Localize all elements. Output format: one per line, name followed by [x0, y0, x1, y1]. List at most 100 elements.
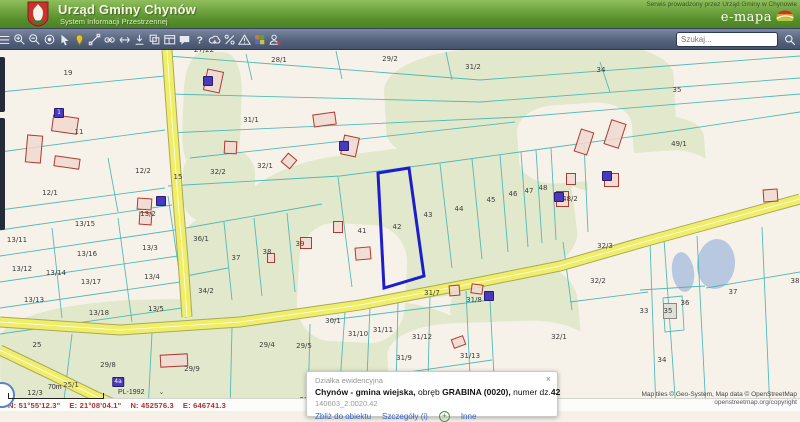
identify-pin-icon[interactable]	[73, 33, 86, 46]
parcel-label: 44	[455, 205, 464, 213]
parcel-label: 11	[75, 128, 84, 136]
full-extent-icon[interactable]	[43, 33, 56, 46]
comment-icon[interactable]	[178, 33, 191, 46]
building	[470, 283, 483, 295]
search-input[interactable]	[676, 32, 778, 47]
close-icon[interactable]: ×	[546, 375, 551, 384]
popup-actions: Zbliż do obiektu Szczegóły (i) + Inne	[315, 411, 549, 422]
parcel-boundary	[168, 56, 800, 80]
tool-icon-strip: ?	[0, 33, 281, 46]
parcel-label: 29/2	[382, 55, 398, 63]
parcel-label: 47	[525, 187, 534, 195]
parcel-label: 31/13	[460, 352, 480, 360]
parcel-label: 34	[658, 356, 667, 364]
parcel-label: 32/2	[210, 168, 226, 176]
parcel-obreb-value: GRABINA (0020),	[442, 387, 511, 397]
zoom-in-icon[interactable]	[13, 33, 26, 46]
collapsed-panel-tab[interactable]	[0, 118, 5, 230]
building	[763, 188, 779, 202]
parcel-boundary	[640, 286, 705, 290]
parcel-description: Chynów - gmina wiejska, obręb GRABINA (0…	[315, 387, 549, 397]
more-link[interactable]: Inne	[461, 412, 477, 421]
parcel-boundary	[168, 94, 800, 133]
parcel-label: 29/4	[259, 341, 275, 349]
parcel-label: 13/16	[77, 250, 97, 258]
parcel-label: 13/2	[140, 210, 156, 218]
parcel-label: 41	[358, 227, 367, 235]
scale-label: 70m	[48, 384, 62, 391]
address-marker[interactable]: 1	[54, 108, 64, 118]
building	[354, 246, 371, 260]
zoom-to-object-link[interactable]: Zbliż do obiektu	[315, 412, 371, 421]
coord-n: N: 452576.3	[130, 401, 173, 410]
menu-icon[interactable]	[0, 33, 11, 46]
cloud-download-icon[interactable]	[208, 33, 221, 46]
map-attribution: Map tiles © Geo-System, Map data © OpenS…	[641, 391, 797, 407]
address-marker[interactable]: 4a	[112, 377, 124, 387]
parcel-boundary	[287, 213, 295, 292]
parcel-boundary	[446, 52, 452, 80]
download-point-icon[interactable]	[133, 33, 146, 46]
crs-selector[interactable]: PL-1992⌄	[118, 388, 164, 396]
warning-icon[interactable]	[238, 33, 251, 46]
building	[333, 221, 343, 233]
measure-icon[interactable]	[88, 33, 101, 46]
user-location-icon[interactable]	[268, 33, 281, 46]
layout-panels-icon[interactable]	[163, 33, 176, 46]
app-header: Urząd Gminy Chynów System Informacji Prz…	[0, 0, 800, 28]
parcel-label: 31/10	[348, 330, 368, 338]
legend-grid-icon[interactable]	[253, 33, 266, 46]
parcel-label: 34/2	[198, 287, 214, 295]
building	[224, 141, 238, 155]
parcel-label: 13/12	[12, 265, 32, 273]
emapa-brand: e-mapa	[721, 10, 772, 25]
parcel-label: 48/2	[562, 195, 578, 203]
parcel-boundary	[762, 227, 770, 411]
proportion-icon[interactable]	[223, 33, 236, 46]
search-icon[interactable]	[784, 34, 796, 46]
parcel-label: 45	[487, 196, 496, 204]
municipality-crest-icon	[27, 1, 49, 27]
zoom-out-icon[interactable]	[28, 33, 41, 46]
details-link[interactable]: Szczegóły (i)	[382, 412, 428, 421]
map-canvas[interactable]: 191112/112/213/213/1513/1113/313/1613/12…	[0, 0, 800, 411]
parcel-boundary	[500, 155, 508, 252]
parcel-boundary	[186, 204, 322, 228]
parcel-label: 29/5	[296, 342, 312, 350]
link-icon[interactable]	[103, 33, 116, 46]
parcel-label: 25	[33, 341, 42, 349]
parcel-label: 32/2	[590, 277, 606, 285]
pan-horizontal-icon[interactable]	[118, 33, 131, 46]
parcel-label: 32/3	[597, 242, 613, 250]
select-cursor-icon[interactable]	[58, 33, 71, 46]
collapsed-panel-tab[interactable]	[0, 57, 5, 112]
parcel-identifier: 140603_2.0020.42	[315, 399, 549, 408]
parcel-boundary	[254, 218, 262, 296]
parcel-label: 19	[64, 69, 73, 77]
attribution-link[interactable]: openstreetmap.org/copyright	[641, 399, 797, 407]
parcel-boundary	[336, 51, 342, 79]
coord-lon: E: 21°08'04.1"	[69, 401, 121, 410]
address-marker[interactable]	[203, 76, 213, 86]
parcel-label: 13/4	[144, 273, 160, 281]
page-subtitle: System Informacji Przestrzennej	[60, 17, 168, 26]
address-marker[interactable]	[484, 291, 494, 301]
pond	[694, 237, 737, 291]
parcel-boundary	[108, 158, 118, 212]
address-marker[interactable]	[602, 171, 612, 181]
parcel-boundary	[118, 218, 132, 322]
attribution-line1: Map tiles © Geo-System, Map data © OpenS…	[641, 391, 797, 399]
main-toolbar: ?	[0, 28, 800, 50]
parcel-label: 38	[791, 277, 800, 285]
parcel-label: 35	[664, 307, 673, 315]
parcel-label: 36	[681, 299, 690, 307]
address-marker[interactable]	[554, 192, 564, 202]
parcel-label: 43	[424, 211, 433, 219]
help-icon[interactable]: ?	[193, 33, 206, 46]
parcel-boundary	[536, 150, 542, 243]
parcel-label: 34	[597, 66, 606, 74]
copy-view-icon[interactable]	[148, 33, 161, 46]
address-marker[interactable]	[156, 196, 166, 206]
add-icon[interactable]: +	[439, 411, 450, 422]
address-marker[interactable]	[339, 141, 349, 151]
